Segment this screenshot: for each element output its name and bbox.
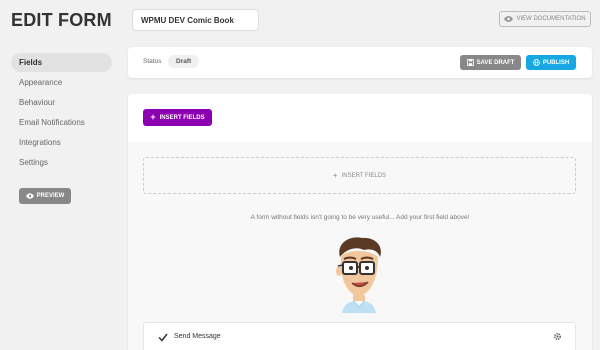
status-badge: Draft [168,55,200,68]
page-title: EDIT FORM [11,10,112,30]
sidebar-item-fields[interactable]: Fields [11,53,112,72]
globe-icon [532,59,540,66]
gear-icon[interactable] [553,332,562,341]
empty-state-message: A form without fields isn't going to be … [250,214,470,221]
dropzone-label: INSERT FIELDS [341,172,387,179]
preview-label: PREVIEW [36,193,65,199]
form-builder-panel: + INSERT FIELDS + INSERT FIELDS A form w… [128,94,592,350]
publish-button[interactable]: PUBLISH [526,55,576,70]
status-label: Status [143,58,162,65]
view-documentation-button[interactable]: VIEW DOCUMENTATION [499,11,591,27]
status-bar: Status Draft SAVE DRAFT PUBLISH [128,47,592,78]
view-documentation-label: VIEW DOCUMENTATION [516,16,586,22]
form-canvas: + INSERT FIELDS A form without fields is… [128,142,592,350]
sidebar-item-integrations[interactable]: Integrations [11,133,112,152]
form-field-row[interactable]: Send Message [143,322,576,350]
publish-label: PUBLISH [542,59,570,66]
field-label: Send Message [174,333,221,340]
mascot-illustration [336,237,381,313]
sidebar-item-settings[interactable]: Settings [11,153,112,172]
save-draft-button[interactable]: SAVE DRAFT [460,55,521,70]
plus-icon: + [332,170,338,180]
insert-fields-dropzone[interactable]: + INSERT FIELDS [143,157,576,194]
checkmark-icon [158,333,168,342]
plus-icon: + [150,112,156,122]
preview-button[interactable]: PREVIEW [19,188,71,204]
sidebar-item-behaviour[interactable]: Behaviour [11,93,112,112]
sidebar-item-appearance[interactable]: Appearance [11,73,112,92]
insert-fields-button[interactable]: + INSERT FIELDS [143,109,212,126]
save-icon [466,59,474,66]
eye-icon [25,193,34,199]
save-draft-label: SAVE DRAFT [476,59,515,66]
sidebar-nav: Fields Appearance Behaviour Email Notifi… [11,53,112,173]
insert-fields-label: INSERT FIELDS [159,114,205,121]
eye-icon [504,16,514,22]
sidebar-item-email-notifications[interactable]: Email Notifications [11,113,112,132]
form-name-input[interactable] [132,9,259,31]
